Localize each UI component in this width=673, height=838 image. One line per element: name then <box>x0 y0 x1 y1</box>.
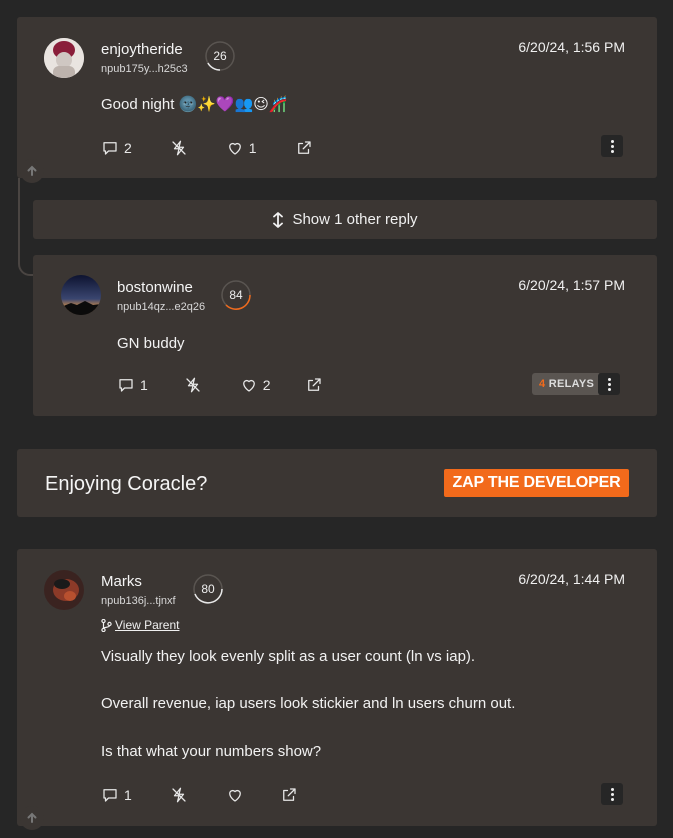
note-content-line: Visually they look evenly split as a use… <box>101 648 476 665</box>
scroll-to-parent-button[interactable] <box>20 806 44 830</box>
promo-banner: Enjoying Coracle? ZAP THE DEVELOPER <box>17 449 657 517</box>
avatar[interactable] <box>44 38 84 78</box>
reply-count: 1 <box>140 377 148 393</box>
heart-icon <box>242 379 255 392</box>
timestamp[interactable]: 6/20/24, 1:56 PM <box>518 39 625 55</box>
note-actions: 1 <box>101 785 324 805</box>
wot-score: 84 <box>220 279 252 311</box>
zap-button[interactable] <box>170 139 188 157</box>
npub: npub175y...h25c3 <box>101 63 188 75</box>
comment-icon <box>103 142 117 155</box>
expand-vertical-icon <box>273 211 284 228</box>
score-value: 84 <box>229 288 243 302</box>
branch-icon <box>101 618 112 632</box>
note-content-line: Is that what your numbers show? <box>101 743 322 760</box>
avatar[interactable] <box>44 570 84 610</box>
timestamp[interactable]: 6/20/24, 1:44 PM <box>518 571 625 587</box>
thread-connector <box>18 178 34 276</box>
username[interactable]: Marks <box>101 573 142 590</box>
show-replies-button[interactable]: Show 1 other reply <box>33 200 657 239</box>
external-link-icon <box>297 141 311 154</box>
zap-button[interactable] <box>184 376 202 394</box>
score-value: 80 <box>201 582 215 596</box>
wot-score: 26 <box>204 40 236 72</box>
relays-label: RELAYS <box>548 378 595 390</box>
relays-badge[interactable]: 4 RELAYS <box>532 373 602 395</box>
zap-button[interactable] <box>170 786 188 804</box>
share-button[interactable] <box>280 786 298 804</box>
heart-icon <box>228 789 241 802</box>
score-value: 26 <box>213 49 227 63</box>
zap-developer-button[interactable]: ZAP THE DEVELOPER <box>444 469 629 497</box>
like-button[interactable]: 1 <box>226 139 257 157</box>
username[interactable]: enjoytheride <box>101 41 183 58</box>
npub: npub136j...tjnxf <box>101 595 176 607</box>
zap-icon <box>172 787 186 803</box>
comment-icon <box>119 379 133 392</box>
note-content: GN buddy <box>117 335 185 352</box>
heart-icon <box>228 142 241 155</box>
note-actions: 1 2 <box>117 375 349 395</box>
reply-button[interactable]: 1 <box>101 786 132 804</box>
reply-count: 2 <box>124 140 132 156</box>
zap-icon <box>186 377 200 393</box>
relays-count: 4 <box>539 378 546 390</box>
more-menu-button[interactable] <box>598 373 620 395</box>
note-content-line: Overall revenue, iap users look stickier… <box>101 695 516 712</box>
like-button[interactable]: 2 <box>240 376 271 394</box>
comment-icon <box>103 789 117 802</box>
scroll-to-parent-button[interactable] <box>20 159 44 183</box>
arrow-up-icon <box>27 812 37 823</box>
reply-button[interactable]: 1 <box>117 376 148 394</box>
note-card[interactable]: Marks npub136j...tjnxf 80 6/20/24, 1:44 … <box>17 549 657 826</box>
like-count: 2 <box>262 377 271 393</box>
show-replies-label: Show 1 other reply <box>292 211 418 228</box>
arrow-up-icon <box>27 165 37 176</box>
external-link-icon <box>282 788 296 801</box>
timestamp[interactable]: 6/20/24, 1:57 PM <box>518 277 625 293</box>
like-count: 1 <box>248 140 257 156</box>
reply-count: 1 <box>124 787 132 803</box>
note-card[interactable]: enjoytheride npub175y...h25c3 26 6/20/24… <box>17 17 657 178</box>
note-card[interactable]: bostonwine npub14qz...e2q26 84 6/20/24, … <box>33 255 657 416</box>
promo-text: Enjoying Coracle? <box>45 473 208 495</box>
avatar[interactable] <box>61 275 101 315</box>
note-actions: 2 1 <box>101 138 339 158</box>
view-parent-link[interactable]: View Parent <box>101 618 179 632</box>
wot-score: 80 <box>192 573 224 605</box>
username[interactable]: bostonwine <box>117 279 193 296</box>
share-button[interactable] <box>305 376 323 394</box>
zap-icon <box>172 140 186 156</box>
view-parent-label: View Parent <box>115 618 180 632</box>
share-button[interactable] <box>295 139 313 157</box>
reply-button[interactable]: 2 <box>101 139 132 157</box>
more-menu-button[interactable] <box>601 783 623 805</box>
like-button[interactable] <box>226 786 244 804</box>
npub: npub14qz...e2q26 <box>117 301 206 313</box>
note-content: Good night 🌚✨💜👥😉🎢 <box>101 96 288 113</box>
more-menu-button[interactable] <box>601 135 623 157</box>
external-link-icon <box>307 378 321 391</box>
